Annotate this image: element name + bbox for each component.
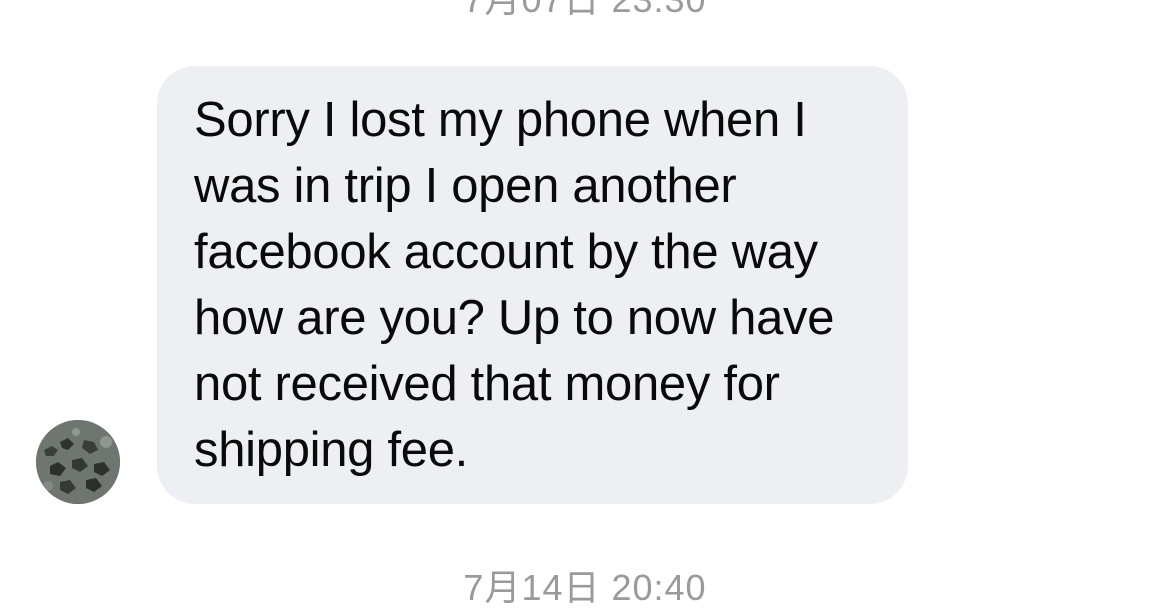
message-text: Sorry I lost my phone when I was in trip…	[194, 93, 835, 477]
avatar-image-icon	[36, 420, 120, 504]
message-bubble[interactable]: Sorry I lost my phone when I was in trip…	[157, 66, 908, 504]
timestamp-top: 7月07日 23:30	[0, 0, 1170, 20]
timestamp-bottom: 7月14日 20:40	[463, 567, 707, 608]
incoming-message-row: Sorry I lost my phone when I was in trip…	[0, 66, 1170, 504]
contact-avatar[interactable]	[36, 420, 120, 504]
